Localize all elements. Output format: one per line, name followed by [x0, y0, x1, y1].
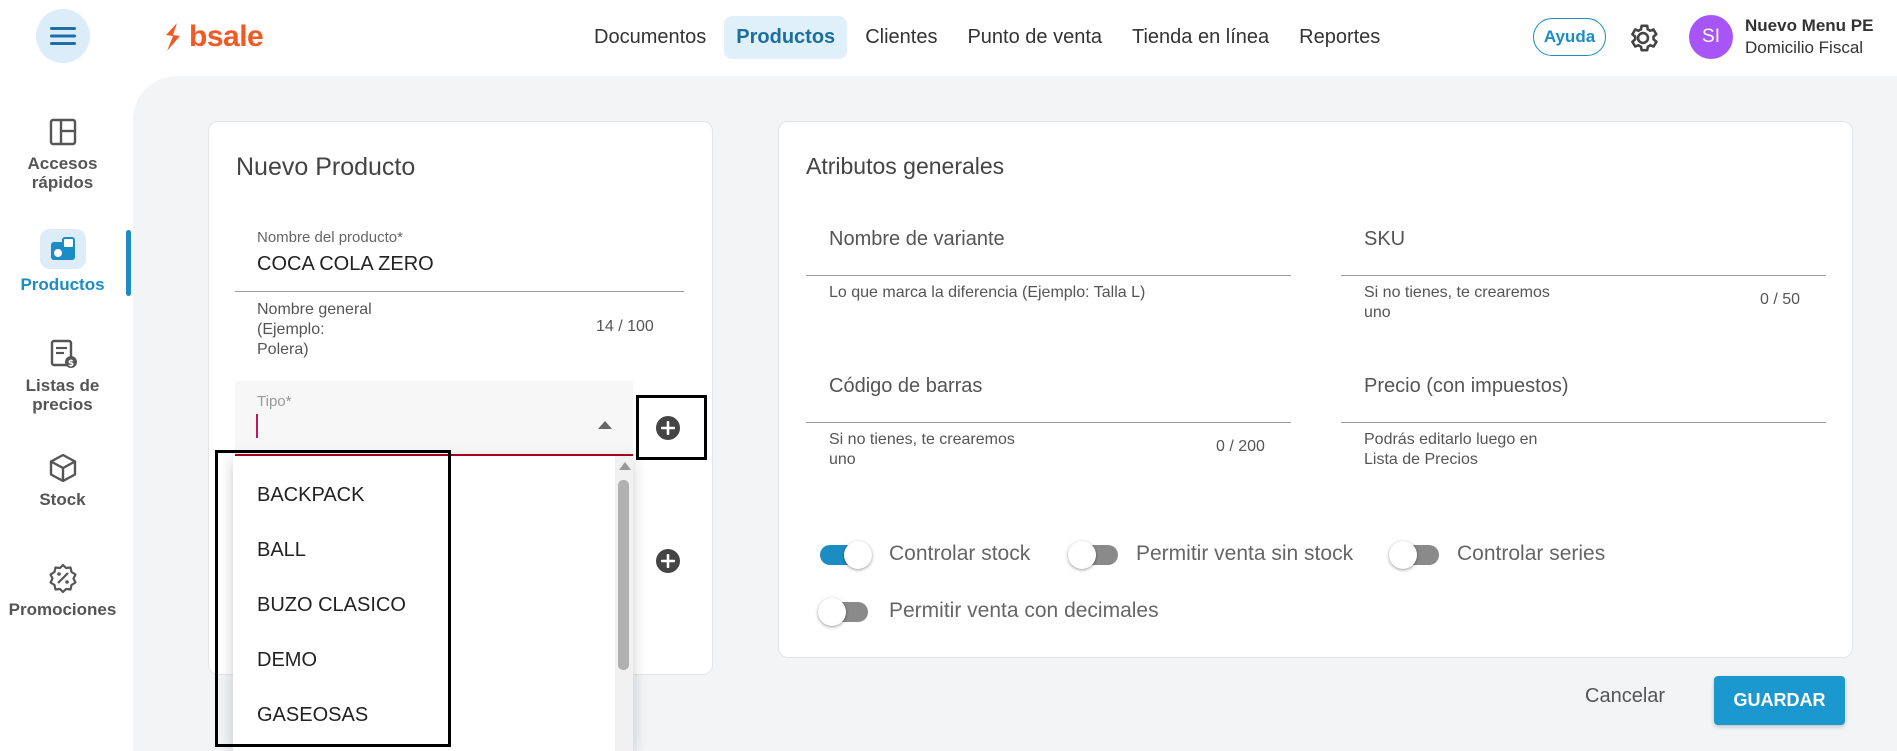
sidebar-item-label: Productos: [20, 275, 105, 294]
sku-helper: Si no tienes, te crearemos uno: [1364, 283, 1550, 323]
field-underline: [235, 291, 684, 292]
plus-icon: [661, 554, 675, 568]
toggle-permitir-venta-sin-stock[interactable]: [1068, 541, 1118, 569]
product-name-value[interactable]: COCA COLA ZERO: [257, 253, 434, 276]
toggle-label-permitir-venta-sin-stock: Permitir venta sin stock: [1136, 542, 1354, 565]
layout-grid-icon: [49, 118, 76, 146]
sidebar-item-productos[interactable]: Productos: [0, 229, 125, 294]
toggle-permitir-venta-con-decimales[interactable]: [818, 598, 868, 626]
variant-name-placeholder: Nombre de variante: [829, 228, 1005, 250]
sidebar-item-promociones[interactable]: Promociones: [0, 562, 125, 619]
card-title: Atributos generales: [806, 153, 1005, 179]
top-bar: bsale Documentos Productos Clientes Punt…: [0, 0, 1897, 76]
logo-text: bsale: [189, 20, 264, 53]
barcode-placeholder: Código de barras: [829, 375, 983, 397]
card-title: Nuevo Producto: [236, 153, 416, 181]
sidebar-item-label: Listas de: [25, 376, 100, 395]
tipo-label: Tipo*: [257, 393, 292, 410]
general-attributes-card: Atributos generales Nombre de variante L…: [778, 121, 1853, 658]
field-underline: [1341, 422, 1826, 423]
products-icon: [50, 237, 75, 260]
field-underline: [806, 275, 1291, 276]
nav-punto-de-venta[interactable]: Punto de venta: [955, 16, 1114, 59]
variant-name-helper: Lo que marca la diferencia (Ejemplo: Tal…: [829, 284, 1146, 301]
user-name[interactable]: Nuevo Menu PE: [1745, 16, 1873, 36]
toggle-label-controlar-series: Controlar series: [1457, 542, 1606, 565]
add-tipo-button[interactable]: [656, 416, 680, 440]
price-placeholder: Precio (con impuestos): [1364, 375, 1569, 397]
sidebar-item-accesos-rapidos[interactable]: Accesos rápidos: [0, 116, 125, 192]
sku-placeholder: SKU: [1364, 228, 1406, 250]
help-button[interactable]: Ayuda: [1533, 18, 1606, 56]
field-underline: [806, 422, 1291, 423]
bsale-logo-icon: [166, 23, 180, 51]
cancel-button[interactable]: Cancelar: [1585, 685, 1665, 708]
nav-tienda-en-linea[interactable]: Tienda en línea: [1120, 16, 1281, 59]
cube-icon: [49, 453, 76, 483]
nav-clientes[interactable]: Clientes: [853, 16, 949, 59]
gear-icon[interactable]: [1626, 21, 1660, 55]
hamburger-menu-button[interactable]: [36, 9, 90, 63]
scrollbar-thumb[interactable]: [618, 480, 629, 670]
barcode-helper-line2: uno: [829, 451, 856, 468]
tipo-field-bg: [235, 381, 633, 458]
main-nav: Documentos Productos Clientes Punto de v…: [582, 16, 1392, 59]
highlight-box-dropdown: [215, 450, 451, 747]
price-helper: Podrás editarlo luego en Lista de Precio…: [1364, 430, 1537, 470]
discount-badge-icon: [48, 563, 77, 594]
sku-helper-line2: uno: [1364, 304, 1391, 321]
barcode-helper-line1: Si no tienes, te crearemos: [829, 431, 1015, 448]
sidebar-item-label: Promociones: [8, 600, 117, 619]
brand-logo[interactable]: bsale: [163, 20, 264, 54]
nav-productos[interactable]: Productos: [724, 16, 848, 59]
product-name-helper-line2: (Ejemplo:: [257, 321, 325, 338]
toggle-label-controlar-stock: Controlar stock: [889, 542, 1031, 565]
add-secondary-button[interactable]: [656, 549, 680, 573]
product-name-helper-line1: Nombre general: [257, 301, 372, 318]
nav-documentos[interactable]: Documentos: [582, 16, 718, 59]
toggle-knob: [844, 541, 872, 569]
sidebar-item-label-2: rápidos: [31, 173, 94, 192]
product-name-helper-line3: Polera): [257, 341, 309, 358]
plus-icon: [661, 421, 675, 435]
sidebar: Accesos rápidos Productos $ Listas de pr…: [0, 76, 131, 751]
avatar[interactable]: SI: [1689, 15, 1733, 59]
product-name-counter: 14 / 100: [596, 318, 654, 335]
sidebar-item-label: Stock: [39, 490, 86, 509]
sidebar-item-label: Accesos: [27, 154, 98, 173]
dropdown-arrow-icon[interactable]: [598, 421, 612, 429]
sidebar-item-listas-de-precios[interactable]: $ Listas de precios: [0, 338, 125, 414]
toggle-knob: [1389, 541, 1417, 569]
sidebar-active-indicator: [126, 230, 131, 296]
barcode-counter: 0 / 200: [1216, 438, 1265, 455]
hamburger-icon: [50, 27, 76, 45]
barcode-helper: Si no tienes, te crearemos uno: [829, 430, 1015, 470]
toggle-controlar-stock[interactable]: [820, 541, 872, 569]
toggle-knob: [1068, 541, 1096, 569]
svg-text:$: $: [67, 359, 73, 369]
toggle-knob: [818, 598, 846, 626]
sidebar-active-bg: [39, 229, 86, 269]
save-button[interactable]: GUARDAR: [1714, 676, 1845, 725]
sidebar-item-label-2: precios: [32, 395, 93, 414]
toggle-controlar-series[interactable]: [1389, 541, 1439, 569]
product-name-helper: Nombre general (Ejemplo: Polera): [257, 300, 372, 360]
price-list-icon: $: [50, 339, 77, 369]
nav-reportes[interactable]: Reportes: [1287, 16, 1392, 59]
price-helper-line2: Lista de Precios: [1364, 451, 1478, 468]
user-branch[interactable]: Domicilio Fiscal: [1745, 38, 1863, 58]
price-helper-line1: Podrás editarlo luego en: [1364, 431, 1538, 448]
field-underline: [1341, 275, 1826, 276]
sidebar-item-stock[interactable]: Stock: [0, 452, 125, 509]
product-name-label: Nombre del producto*: [257, 229, 403, 246]
sku-counter: 0 / 50: [1760, 291, 1801, 308]
scroll-up-icon[interactable]: [619, 462, 631, 470]
text-caret: [256, 414, 258, 438]
sku-helper-line1: Si no tienes, te crearemos: [1364, 284, 1550, 301]
toggle-label-permitir-venta-con-decimales: Permitir venta con decimales: [889, 599, 1159, 622]
